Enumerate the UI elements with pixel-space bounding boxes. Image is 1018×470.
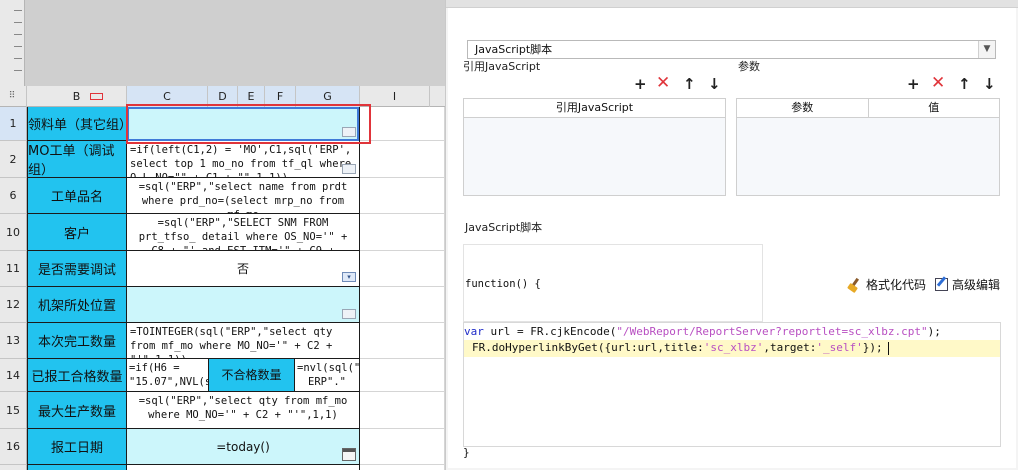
broom-icon [848,278,862,292]
row-header[interactable]: 12 [0,287,27,323]
calendar-icon [342,448,356,461]
remove-ref-js-button[interactable]: ✕ [656,75,670,92]
function-signature: function() { [465,278,541,290]
code-line: var url = FR.cjkEncode("/WebReport/Repor… [464,325,941,338]
empty-cell[interactable] [360,214,445,251]
advanced-edit-button[interactable]: 高级编辑 [935,276,1000,293]
ref-js-list-header: 引用JavaScript [464,99,725,118]
row-header[interactable]: 6 [0,178,27,214]
empty-cell[interactable] [360,359,445,392]
label-cell[interactable]: 报工日期 [27,429,127,465]
formula-cell[interactable]: =if(H6 = "15.07",NVL(sql(" [127,359,209,391]
empty-cell[interactable] [360,178,445,214]
row-header[interactable]: 16 [0,429,27,465]
textbox-widget-icon [342,164,356,174]
split-cell: =if(H6 = "15.07",NVL(sql(" 不合格数量 =nvl(sq… [127,359,360,392]
empty-cell[interactable] [360,287,445,323]
input-cell[interactable] [127,287,360,323]
label-cell[interactable]: MO工单（调试组） [27,141,127,178]
label-cell[interactable]: 机架所处位置 [27,287,127,323]
empty-cell[interactable] [360,107,445,141]
add-param-button[interactable]: + [907,76,920,92]
label-cell[interactable]: 最大生产数量 [27,392,127,429]
format-code-button[interactable]: 格式化代码 [848,276,926,293]
remove-param-button[interactable]: ✕ [931,75,945,92]
chevron-down-icon[interactable]: ▼ [978,41,995,58]
move-down-ref-js-button[interactable]: ↓ [708,76,721,92]
column-header-b[interactable]: B [27,86,127,107]
formula-cell[interactable]: =nvl(sql(" ERP"." [295,359,359,391]
empty-cell[interactable] [360,429,445,465]
empty-cell[interactable] [360,141,445,178]
script-section-label: JavaScript脚本 [465,221,543,234]
label-cell[interactable] [27,465,127,470]
row-header[interactable]: 14 [0,359,27,392]
grid-dots-icon: ⠿ [8,91,16,101]
empty-cell[interactable] [360,323,445,359]
edit-icon [935,278,948,291]
row-header[interactable]: 10 [0,214,27,251]
row-header[interactable]: 2 [0,141,27,178]
combo-cell[interactable]: 否 ▾ [127,251,360,287]
move-up-param-button[interactable]: ↑ [958,76,971,92]
formula-cell[interactable]: =if(left(C1,2) = 'MO',C1,sql('ERP', sele… [127,141,360,178]
params-section-label: 参数 [738,60,760,73]
highlight-annotation [126,104,371,144]
date-cell[interactable]: =today() [127,429,360,465]
formula-cell[interactable]: =TOINTEGER(sql("ERP","select qty from mf… [127,323,360,359]
function-closing-brace: } [463,446,470,459]
move-up-ref-js-button[interactable]: ↑ [683,76,696,92]
label-cell[interactable]: 领料单（其它组） [27,107,132,141]
panel-top-bar [446,0,1018,8]
formula-cell[interactable]: =sql("ERP","SELECT SNM FROM prt_tfso_ de… [127,214,360,251]
add-ref-js-button[interactable]: + [634,76,647,92]
panel-body: JavaScript脚本 ▼ 引用JavaScript 参数 + ✕ ↑ ↓ +… [448,8,1016,468]
textbox-widget-icon [342,309,356,319]
params-list[interactable]: 参数 值 [736,98,1000,196]
empty-cell[interactable] [360,465,445,470]
text-cursor [887,341,889,355]
label-cell[interactable]: 已报工合格数量 [27,359,127,392]
params-list-header: 参数 值 [737,99,999,118]
dropdown-widget-icon: ▾ [342,272,356,282]
spreadsheet-pane: ⠿ B C D E F G I 1 领料单（其它组） 2 MO工单（调试组） =… [0,0,445,470]
empty-cell[interactable] [360,392,445,429]
ref-js-section-label: 引用JavaScript [463,60,541,73]
row-header[interactable]: 13 [0,323,27,359]
row-header[interactable]: 17 [0,465,27,470]
label-cell[interactable]: 工单品名 [27,178,127,214]
label-cell[interactable]: 本次完工数量 [27,323,127,359]
row-header[interactable]: 11 [0,251,27,287]
code-line-current: FR.doHyperlinkByGet({url:url,title:'sc_x… [464,340,1000,357]
formula-cell[interactable]: =sql("ERP","select qty from mf_mo where … [127,392,360,429]
column-marker-icon [90,93,103,100]
label-cell[interactable]: 是否需要调试 [27,251,127,287]
javascript-settings-panel: JavaScript脚本 ▼ 引用JavaScript 参数 + ✕ ↑ ↓ +… [445,0,1018,470]
row-header[interactable]: 15 [0,392,27,429]
move-down-param-button[interactable]: ↓ [983,76,996,92]
formula-cell[interactable]: =sql("ERP","select name from prdt where … [127,178,360,214]
select-all-corner[interactable]: ⠿ [0,86,27,107]
ref-js-list[interactable]: 引用JavaScript [463,98,726,196]
empty-cell[interactable] [360,251,445,287]
vertical-ruler-area [0,0,445,86]
vertical-ruler [0,0,25,86]
event-type-select[interactable]: JavaScript脚本 ▼ [467,40,996,59]
label-cell[interactable]: 客户 [27,214,127,251]
row-header[interactable]: 1 [0,107,27,141]
javascript-code-editor[interactable]: var url = FR.cjkEncode("/WebReport/Repor… [463,322,1001,447]
label-cell[interactable]: 不合格数量 [209,359,295,391]
formula-cell[interactable] [127,465,360,470]
